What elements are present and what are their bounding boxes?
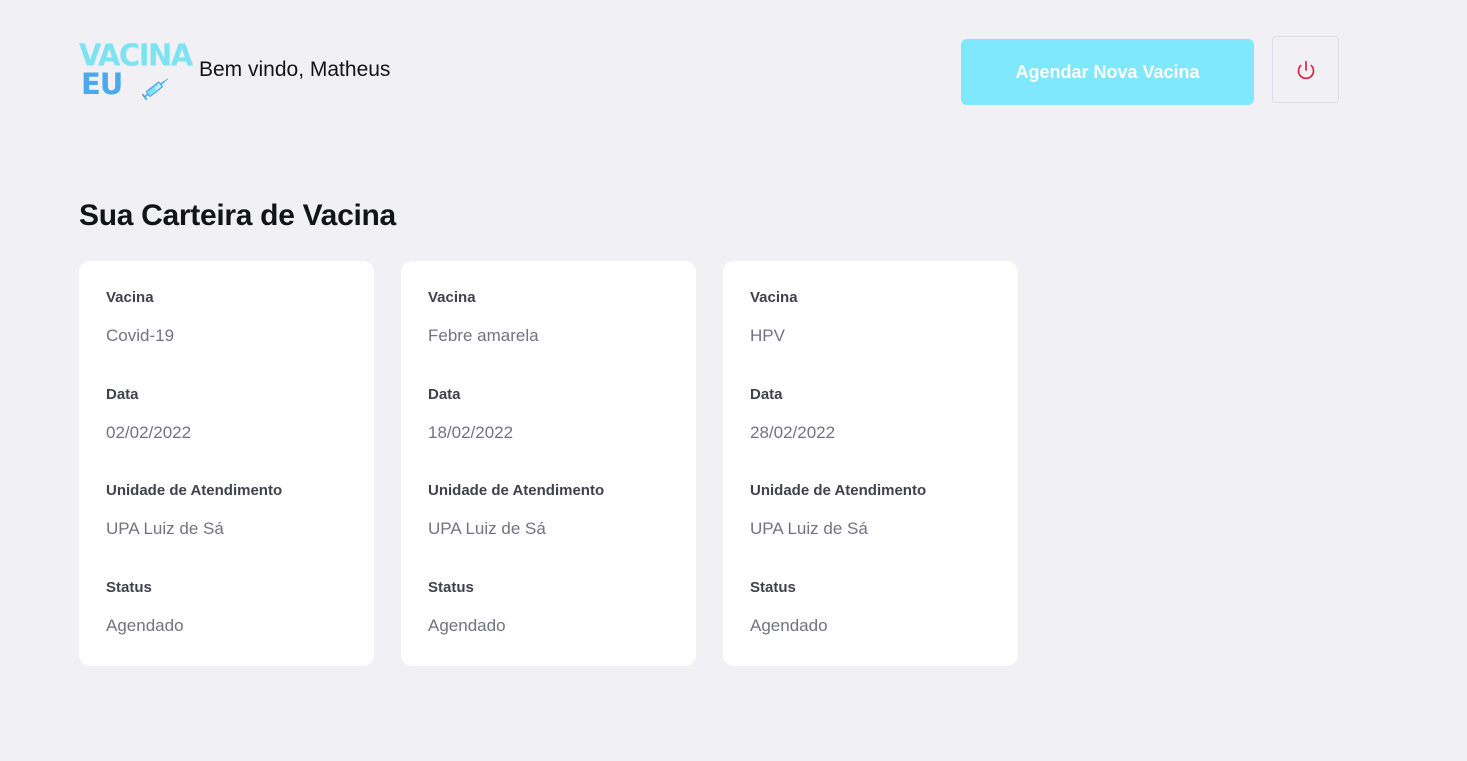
vaccine-value: Febre amarela (428, 326, 539, 345)
date-value: 28/02/2022 (750, 423, 836, 442)
app-header: VACINA EU Bem vindo, Matheus Agendar Nov… (0, 0, 1467, 140)
unit-value: UPA Luiz de Sá (106, 519, 224, 538)
unit-value: UPA Luiz de Sá (428, 519, 546, 538)
vaccine-value: HPV (750, 326, 785, 345)
unit-label: Unidade de Atendimento (106, 482, 283, 499)
page-title: Sua Carteira de Vacina (79, 199, 396, 232)
vaccine-card: Vacina Febre amarela Data 18/02/2022 Uni… (401, 261, 696, 666)
status-value: Agendado (750, 616, 828, 635)
vaccine-value: Covid-19 (106, 326, 175, 345)
schedule-new-vaccine-button[interactable]: Agendar Nova Vacina (961, 39, 1254, 105)
status-value: Agendado (428, 616, 506, 635)
syringe-icon (141, 78, 169, 101)
vaccine-label: Vacina (106, 289, 154, 306)
power-icon (1297, 60, 1314, 79)
status-label: Status (106, 579, 152, 596)
logout-button[interactable] (1272, 36, 1339, 103)
vaccine-label: Vacina (750, 289, 798, 306)
date-label: Data (428, 386, 461, 403)
vaccine-card: Vacina HPV Data 28/02/2022 Unidade de At… (723, 261, 1018, 666)
vacina-eu-logo: VACINA EU (79, 38, 193, 102)
status-label: Status (428, 579, 474, 596)
date-value: 18/02/2022 (428, 423, 514, 442)
unit-label: Unidade de Atendimento (750, 482, 927, 499)
vaccine-card: Vacina Covid-19 Data 02/02/2022 Unidade … (79, 261, 374, 666)
unit-value: UPA Luiz de Sá (750, 519, 868, 538)
status-value: Agendado (106, 616, 184, 635)
status-label: Status (750, 579, 796, 596)
unit-label: Unidade de Atendimento (428, 482, 605, 499)
logo-text-eu: EU (81, 67, 123, 101)
welcome-message: Bem vindo, Matheus (199, 58, 391, 81)
vaccine-label: Vacina (428, 289, 476, 306)
date-value: 02/02/2022 (106, 423, 192, 442)
date-label: Data (106, 386, 139, 403)
date-label: Data (750, 386, 783, 403)
